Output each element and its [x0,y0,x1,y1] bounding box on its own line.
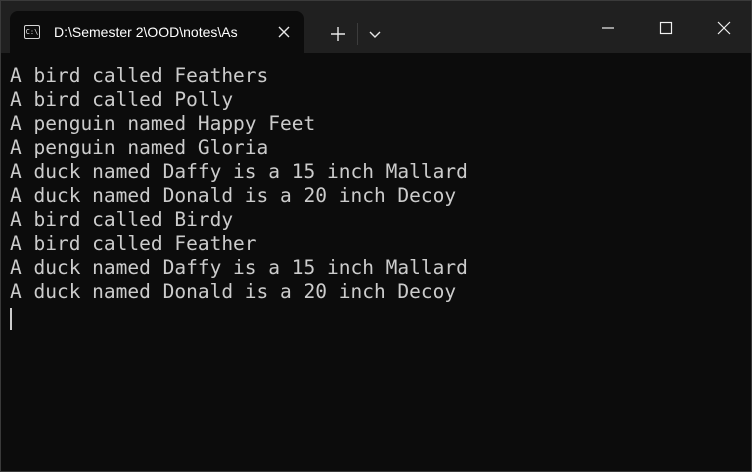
output-line: A duck named Daffy is a 15 inch Mallard [10,256,468,279]
output-line: A penguin named Gloria [10,136,269,159]
close-window-button[interactable] [695,1,751,53]
terminal-window: C:\ D:\Semester 2\OOD\notes\As A bird ca… [0,0,752,472]
plus-icon [331,27,345,41]
chevron-down-icon [369,31,381,38]
output-line: A bird called Feather [10,232,257,255]
output-line: A duck named Donald is a 20 inch Decoy [10,184,457,207]
maximize-button[interactable] [637,1,695,53]
terminal-tab[interactable]: C:\ D:\Semester 2\OOD\notes\As [10,11,304,53]
close-icon[interactable] [276,24,292,40]
title-bar[interactable]: C:\ D:\Semester 2\OOD\notes\As [1,1,751,53]
terminal-output[interactable]: A bird called Feathers A bird called Pol… [1,53,751,471]
minimize-icon [602,27,614,29]
minimize-button[interactable] [579,1,637,53]
text-cursor [10,308,12,330]
output-line: A bird called Feathers [10,64,269,87]
output-line: A duck named Donald is a 20 inch Decoy [10,280,457,303]
close-icon [717,21,731,35]
output-line: A penguin named Happy Feet [10,112,316,135]
command-prompt-icon: C:\ [24,25,40,39]
output-line: A duck named Daffy is a 15 inch Mallard [10,160,468,183]
tab-title: D:\Semester 2\OOD\notes\As [54,24,238,40]
output-line: A bird called Birdy [10,208,234,231]
output-line: A bird called Polly [10,88,234,111]
profile-dropdown-button[interactable] [361,18,389,50]
new-tab-button[interactable] [321,18,355,50]
title-divider [357,23,358,45]
maximize-icon [659,21,673,35]
